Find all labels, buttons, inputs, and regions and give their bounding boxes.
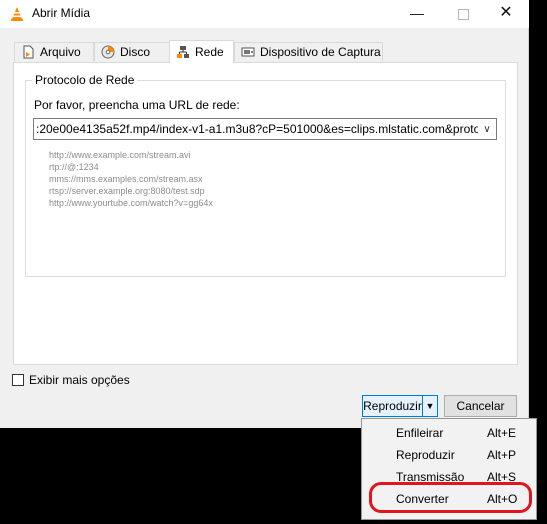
url-prompt: Por favor, preencha uma URL de rede: — [34, 98, 240, 112]
tab-rede[interactable]: Rede — [169, 40, 234, 63]
url-input-value[interactable]: :20e00e4135a52f.mp4/index-v1-a1.m3u8?cP=… — [34, 122, 478, 136]
window-title: Abrir Mídia — [32, 6, 91, 20]
menu-item-converter[interactable]: Converter Alt+O — [362, 488, 536, 510]
play-button[interactable]: Reproduzir — [363, 396, 422, 416]
menu-item-shortcut: Alt+P — [487, 448, 517, 462]
menu-item-label: Transmissão — [396, 470, 465, 484]
capture-device-icon — [241, 45, 255, 59]
vlc-cone-icon — [9, 6, 25, 22]
url-example: rtsp://server.example.org:8080/test.sdp — [49, 186, 205, 196]
more-options-label[interactable]: Exibir mais opções — [29, 373, 130, 387]
tab-label: Disco — [120, 45, 151, 59]
menu-item-enfileirar[interactable]: Enfileirar Alt+E — [362, 422, 536, 444]
title-bar[interactable]: Abrir Mídia — ✕ — [0, 0, 529, 28]
more-options-checkbox[interactable] — [12, 374, 24, 386]
menu-item-label: Enfileirar — [396, 426, 444, 440]
tab-label: Rede — [195, 45, 224, 59]
tab-dispositivo-de-captura[interactable]: Dispositivo de Captura — [234, 42, 383, 61]
group-title: Protocolo de Rede — [32, 73, 138, 87]
menu-item-shortcut: Alt+S — [487, 470, 517, 484]
minimize-button[interactable]: — — [394, 0, 440, 28]
menu-item-transmissao[interactable]: Transmissão Alt+S — [362, 466, 536, 488]
url-example: rtp://@:1234 — [49, 162, 99, 172]
tab-arquivo[interactable]: Arquivo — [14, 42, 94, 61]
tab-disco[interactable]: Disco — [94, 42, 171, 61]
url-example: http://www.yourtube.com/watch?v=gg64x — [49, 198, 213, 208]
network-icon — [176, 45, 190, 59]
file-icon — [21, 45, 35, 59]
url-input[interactable]: :20e00e4135a52f.mp4/index-v1-a1.m3u8?cP=… — [33, 118, 497, 140]
play-dropdown-button[interactable]: ▼ — [422, 396, 437, 416]
triangle-down-icon: ▼ — [425, 401, 435, 411]
maximize-button[interactable] — [440, 0, 486, 28]
url-example: http://www.example.com/stream.avi — [49, 150, 191, 160]
close-button[interactable]: ✕ — [483, 0, 529, 28]
url-examples: http://www.example.com/stream.avi rtp://… — [49, 149, 213, 209]
menu-item-label: Reproduzir — [396, 448, 455, 462]
menu-item-label: Converter — [396, 492, 449, 506]
play-split-button[interactable]: Reproduzir ▼ — [362, 395, 438, 417]
tab-label: Dispositivo de Captura — [260, 45, 381, 59]
more-options-toggle[interactable]: Exibir mais opções — [12, 373, 130, 387]
cancel-button[interactable]: Cancelar — [444, 395, 517, 417]
menu-item-shortcut: Alt+O — [487, 492, 518, 506]
menu-item-reproduzir[interactable]: Reproduzir Alt+P — [362, 444, 536, 466]
url-example: mms://mms.examples.com/stream.asx — [49, 174, 203, 184]
network-protocol-group: Protocolo de Rede Por favor, preencha um… — [25, 73, 506, 277]
tab-label: Arquivo — [40, 45, 81, 59]
open-media-dialog: Abrir Mídia — ✕ Arquivo Disco Rede Dispo… — [0, 0, 529, 428]
play-dropdown-menu: Enfileirar Alt+E Reproduzir Alt+P Transm… — [361, 418, 537, 520]
disc-icon — [101, 45, 115, 59]
chevron-down-icon[interactable]: ∨ — [478, 124, 496, 135]
menu-item-shortcut: Alt+E — [487, 426, 517, 440]
maximize-icon — [457, 8, 469, 20]
tab-panel-rede: Protocolo de Rede Por favor, preencha um… — [13, 62, 518, 365]
